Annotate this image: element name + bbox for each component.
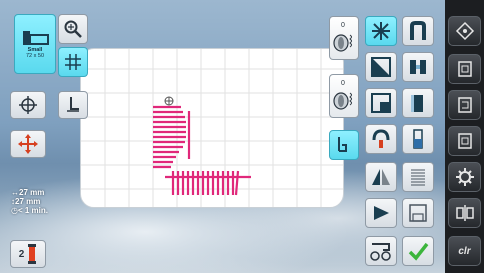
width-readout: ↔27 mm bbox=[11, 188, 45, 197]
clear-button[interactable]: clr bbox=[448, 236, 481, 266]
foot-position-button[interactable] bbox=[329, 130, 359, 160]
presser-foot-icon bbox=[67, 97, 79, 112]
file-icon bbox=[457, 61, 472, 77]
edit-icon bbox=[457, 97, 472, 113]
stitch-length-icon bbox=[410, 21, 426, 40]
width-button[interactable] bbox=[402, 88, 434, 118]
needle-stop-icon bbox=[372, 129, 390, 148]
resize-icon bbox=[371, 57, 391, 77]
mirror-button[interactable] bbox=[365, 162, 397, 192]
grid-button[interactable] bbox=[58, 47, 88, 77]
tension-dial-icon: 0 bbox=[333, 22, 352, 52]
hoop-select-button[interactable]: Small 72 x 50 bbox=[14, 14, 56, 74]
play-icon bbox=[374, 206, 389, 220]
machine-icon bbox=[370, 243, 391, 261]
status-info: ↔27 mm ↕27 mm ◷< 1 min. bbox=[11, 188, 48, 215]
edit-button[interactable] bbox=[448, 90, 481, 120]
clear-label: clr bbox=[458, 245, 471, 257]
rotate-button[interactable] bbox=[402, 52, 434, 82]
spool-icon bbox=[28, 244, 37, 264]
home-diamond-icon bbox=[455, 21, 474, 41]
resize-button[interactable] bbox=[365, 52, 397, 82]
bobbin-tension-icon: 0 bbox=[333, 80, 352, 110]
rotate-icon bbox=[410, 60, 426, 74]
scale-button[interactable] bbox=[365, 88, 397, 118]
color-number: 2 bbox=[18, 248, 25, 260]
stitch-length-button[interactable] bbox=[402, 16, 434, 46]
sewing-machine-button[interactable] bbox=[365, 236, 397, 266]
tension-bottom-button[interactable]: 0 bbox=[329, 74, 359, 118]
foot-position-icon bbox=[338, 137, 347, 152]
tutorial-button[interactable] bbox=[448, 198, 481, 228]
tension-top-button[interactable]: 0 bbox=[329, 16, 359, 60]
svg-text:0: 0 bbox=[341, 80, 345, 87]
time-readout: ◷< 1 min. bbox=[11, 206, 48, 215]
zoom-icon bbox=[64, 20, 82, 38]
info-button[interactable] bbox=[448, 126, 481, 156]
save-button[interactable] bbox=[402, 198, 434, 228]
checkmark-icon bbox=[408, 242, 429, 261]
svg-text:0: 0 bbox=[341, 22, 345, 29]
center-crosshair-marker bbox=[164, 96, 174, 106]
scale-icon bbox=[371, 93, 391, 113]
play-button[interactable] bbox=[365, 198, 397, 228]
zoom-button[interactable] bbox=[58, 14, 88, 44]
color-sequence-icon bbox=[413, 129, 423, 149]
width-icon bbox=[411, 95, 423, 112]
file-button[interactable] bbox=[448, 54, 481, 84]
needle-stop-button[interactable] bbox=[365, 124, 397, 154]
grid-icon bbox=[65, 54, 81, 70]
stitch-design bbox=[153, 96, 251, 196]
mirror-icon bbox=[372, 169, 390, 185]
pattern-fill-button[interactable] bbox=[402, 162, 434, 192]
color-spool-button[interactable]: 2 bbox=[10, 240, 46, 268]
tutorial-icon bbox=[455, 205, 474, 221]
pattern-fill-icon bbox=[411, 169, 425, 186]
height-readout: ↕27 mm bbox=[11, 197, 41, 206]
move-arrows-icon bbox=[18, 134, 38, 154]
embroidery-hoop[interactable] bbox=[80, 48, 344, 208]
center-button[interactable] bbox=[10, 91, 46, 119]
info-icon bbox=[457, 133, 472, 149]
home-button[interactable] bbox=[448, 16, 481, 46]
color-sequence-button[interactable] bbox=[402, 124, 434, 154]
presser-foot-button[interactable] bbox=[58, 91, 88, 119]
sparkle-icon bbox=[372, 22, 390, 40]
hoop-dims-label: 72 x 50 bbox=[25, 53, 45, 59]
hoop-icon bbox=[23, 31, 49, 45]
crosshair-icon bbox=[19, 96, 37, 114]
confirm-button[interactable] bbox=[402, 236, 434, 266]
settings-button[interactable] bbox=[448, 162, 481, 192]
save-icon bbox=[409, 204, 427, 222]
move-button[interactable] bbox=[10, 130, 46, 158]
gear-icon bbox=[455, 168, 474, 186]
stitch-effect-button[interactable] bbox=[365, 16, 397, 46]
